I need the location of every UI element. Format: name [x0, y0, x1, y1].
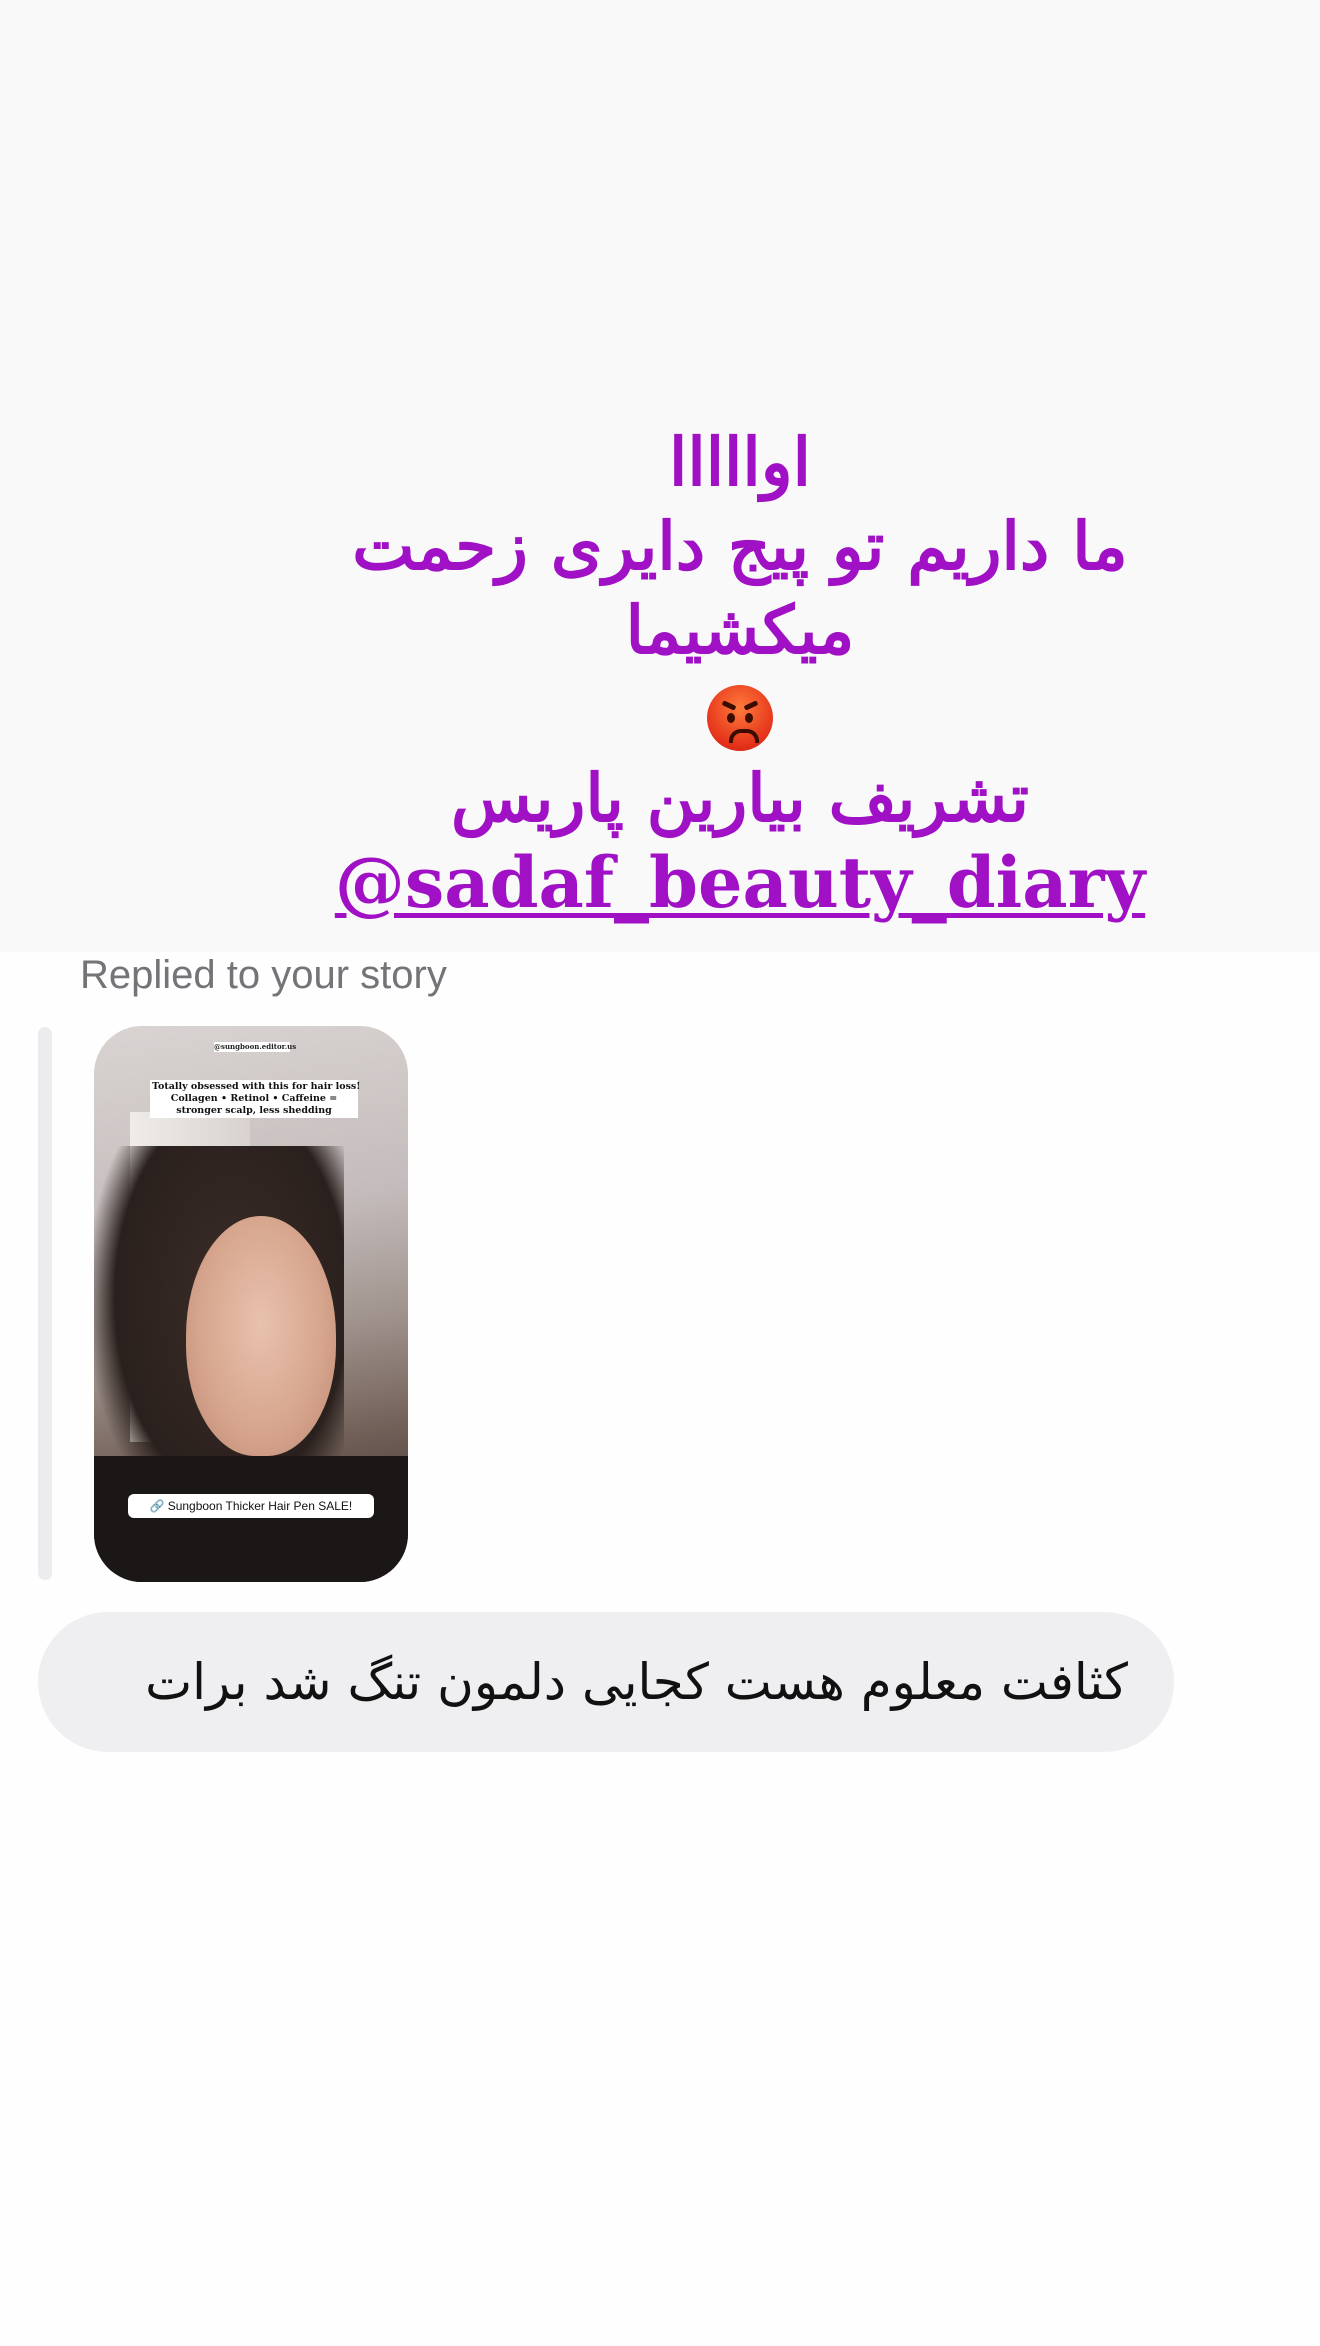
thumbnail-caption-line-3: stronger scalp, less shedding: [176, 1105, 332, 1116]
story-text-overlay: اوااااا ما داریم تو پیج دایری زحمت میکشی…: [300, 420, 1180, 926]
story-line-4: تشریف بیارین پاریس: [450, 759, 1030, 837]
thumbnail-caption-line-2: Collagen • Retinol • Caffeine =: [170, 1093, 338, 1104]
angry-face-icon: [707, 685, 773, 752]
thumbnail-face: [186, 1216, 336, 1456]
story-line-1: اوااااا: [669, 423, 811, 501]
thumbnail-shirt: [94, 1456, 408, 1582]
story-mention-link[interactable]: @sadaf_beauty_diary: [300, 840, 1180, 926]
thumbnail-link-label: Sungboon Thicker Hair Pen SALE!: [167, 1499, 353, 1513]
replied-to-story-label: Replied to your story: [80, 953, 447, 997]
story-thumbnail[interactable]: @sungboon.editor.us Totally obsessed wit…: [94, 1026, 408, 1582]
thumbnail-handle-text: @sungboon.editor.us: [214, 1042, 297, 1051]
link-icon: 🔗: [149, 1499, 165, 1513]
thumbnail-caption: Totally obsessed with this for hair loss…: [150, 1080, 361, 1118]
message-bubble[interactable]: کثافت معلوم هست کجایی دلمون تنگ شد برات: [38, 1612, 1174, 1752]
thumbnail-caption-line-1: Totally obsessed with this for hair loss…: [152, 1081, 361, 1092]
story-line-3: میکشیما: [625, 591, 855, 669]
quote-bar: [38, 1027, 52, 1580]
thumbnail-handle-tag: @sungboon.editor.us: [214, 1042, 296, 1052]
story-line-2: ما داریم تو پیج دایری زحمت: [352, 507, 1128, 585]
story-emoji-row: [300, 672, 1180, 756]
thumbnail-link-sticker[interactable]: 🔗 Sungboon Thicker Hair Pen SALE!: [128, 1494, 374, 1518]
message-text: کثافت معلوم هست کجایی دلمون تنگ شد برات: [145, 1653, 1128, 1711]
